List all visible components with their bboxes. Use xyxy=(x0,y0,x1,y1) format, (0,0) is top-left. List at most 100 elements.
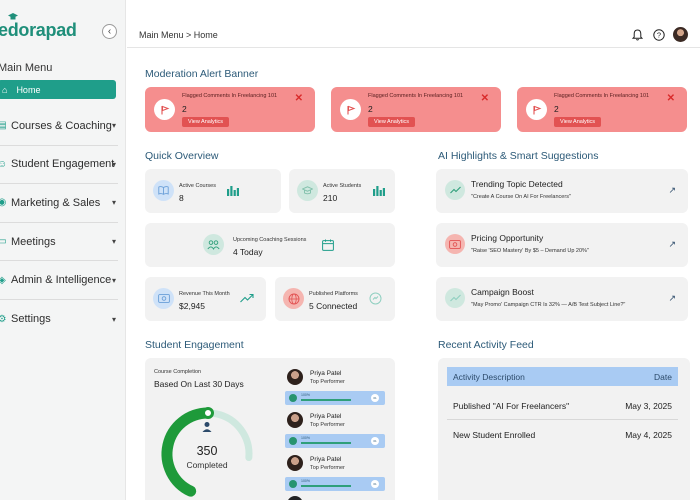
alert-count: 2 xyxy=(182,104,187,114)
alert-count: 2 xyxy=(554,104,559,114)
performer-progress: 100% 01 xyxy=(285,391,385,405)
video-icon: ▭ xyxy=(0,236,7,248)
card-value: 4 Today xyxy=(233,247,263,257)
arrow-up-right-icon[interactable]: ↗ xyxy=(668,293,676,304)
globe-icon xyxy=(283,288,304,309)
sidebar-item-marketing-sales[interactable]: ◉ Marketing & Sales ▾ xyxy=(0,184,118,223)
view-analytics-button[interactable]: View Analytics xyxy=(554,117,602,127)
card-value: $2,945 xyxy=(179,301,205,311)
card-label: Active Courses xyxy=(179,183,216,189)
table-row[interactable]: New Student Enrolled May 4, 2025 xyxy=(447,421,678,449)
money-icon xyxy=(445,234,465,254)
menu-title: Main Menu xyxy=(0,62,53,74)
trending-up-icon xyxy=(445,180,465,200)
arrow-up-right-icon[interactable]: ↗ xyxy=(668,239,676,250)
collapse-sidebar-button[interactable]: ‹ xyxy=(102,24,117,39)
performer-role: Top Performer xyxy=(310,465,345,471)
sidebar-item-home[interactable]: ⌂ Home xyxy=(0,80,116,99)
card-value: 5 Connected xyxy=(309,301,358,311)
home-icon: ⌂ xyxy=(2,84,8,95)
sidebar-item-label: Meetings xyxy=(11,235,56,248)
chevron-down-icon: ▾ xyxy=(111,237,116,247)
platforms-card[interactable]: Published Platforms 5 Connected xyxy=(275,277,395,321)
view-analytics-button[interactable]: View Analytics xyxy=(368,117,416,127)
sidebar-item-admin-intelligence[interactable]: ◈ Admin & Intelligence ▾ xyxy=(0,261,118,300)
column-header-description: Activity Description xyxy=(453,371,525,382)
group-icon xyxy=(203,234,224,255)
alert-card: Flagged Comments In Freelancing 101 2 Vi… xyxy=(331,87,501,132)
flag-icon xyxy=(154,99,175,120)
table-header: Activity Description Date xyxy=(447,367,678,386)
student-engagement-card: Course Completion Based On Last 30 Days … xyxy=(145,358,395,500)
close-icon[interactable]: ✕ xyxy=(295,93,303,104)
activity-date: May 4, 2025 xyxy=(625,430,672,440)
card-label: Upcoming Coaching Sessions xyxy=(233,237,307,243)
ai-suggestion-card[interactable]: Trending Topic Detected "Create A Course… xyxy=(436,169,688,213)
card-value: 8 xyxy=(179,193,184,203)
activity-date: May 3, 2025 xyxy=(625,400,672,411)
avatar xyxy=(287,369,303,385)
bar-chart-icon xyxy=(373,186,385,196)
coaching-sessions-card[interactable]: Upcoming Coaching Sessions 4 Today xyxy=(145,223,395,267)
ai-desc: "May Promo' Campaign CTR Is 32% — A/B Te… xyxy=(471,302,626,308)
table-row[interactable]: Published "AI For Freelancers" May 3, 20… xyxy=(447,392,678,420)
ai-suggestion-card[interactable]: Campaign Boost "May Promo' Campaign CTR … xyxy=(436,277,688,321)
money-icon xyxy=(153,288,174,309)
help-icon[interactable]: ? xyxy=(652,28,665,41)
book-icon xyxy=(153,180,174,201)
section-title-overview: Quick Overview xyxy=(145,150,219,162)
performer-progress: 100% 01 xyxy=(285,477,385,491)
sync-icon xyxy=(369,292,382,305)
sidebar-item-meetings[interactable]: ▭ Meetings ▾ xyxy=(0,223,118,262)
svg-text:?: ? xyxy=(656,30,660,39)
section-title-engagement: Student Engagement xyxy=(145,339,244,351)
trending-up-icon xyxy=(240,293,254,303)
alert-title: Flagged Comments In Freelancing 101 xyxy=(554,93,650,99)
top-bar: Main Menu > Home ? xyxy=(127,0,700,48)
sidebar-item-label: Home xyxy=(16,84,41,95)
column-header-date: Date xyxy=(654,371,672,382)
chevron-left-icon: ‹ xyxy=(107,25,112,37)
close-icon[interactable]: ✕ xyxy=(667,93,675,104)
trending-up-icon xyxy=(445,288,465,308)
user-icon: ☺ xyxy=(0,158,8,170)
active-courses-card[interactable]: Active Courses 8 xyxy=(145,169,281,213)
performer-name: Priya Patel xyxy=(310,370,342,377)
flag-icon xyxy=(340,99,361,120)
ai-suggestion-card[interactable]: Pricing Opportunity "Raise 'SEO Mastery'… xyxy=(436,223,688,267)
check-icon xyxy=(289,480,297,488)
sidebar-item-label: Settings xyxy=(11,313,51,326)
breadcrumb: Main Menu > Home xyxy=(139,30,218,40)
progress-percent: 100% xyxy=(301,436,310,440)
sidebar-item-settings[interactable]: ⚙ Settings ▾ xyxy=(0,300,118,339)
logo: edorapad xyxy=(0,13,77,41)
sidebar-item-courses-coaching[interactable]: ▤ Courses & Coaching ▾ xyxy=(0,107,118,146)
avatar[interactable] xyxy=(673,27,688,42)
globe-icon: ◉ xyxy=(0,197,7,209)
chevron-down-icon: ▾ xyxy=(111,198,116,208)
avatar xyxy=(287,496,303,500)
avatar xyxy=(287,412,303,428)
chevron-down-icon: ▾ xyxy=(111,275,116,285)
check-icon xyxy=(289,437,297,445)
alert-title: Flagged Comments In Freelancing 101 xyxy=(182,93,278,99)
flag-icon xyxy=(526,99,547,120)
revenue-card[interactable]: Revenue This Month $2,945 xyxy=(145,277,266,321)
completion-caption: Completed xyxy=(186,460,228,470)
section-title-alerts: Moderation Alert Banner xyxy=(145,68,259,80)
progress-percent: 100% xyxy=(301,479,310,483)
arrow-up-right-icon[interactable]: ↗ xyxy=(668,185,676,196)
sidebar-item-student-engagement[interactable]: ☺ Student Engagement ▾ xyxy=(0,146,118,185)
bell-icon[interactable] xyxy=(631,28,644,41)
bar-chart-icon xyxy=(227,186,239,196)
performer-name: Priya Patel xyxy=(310,456,342,463)
progress-percent: 100% xyxy=(301,393,310,397)
card-label: Revenue This Month xyxy=(179,291,230,297)
activity-feed-table: Activity Description Date Published "AI … xyxy=(438,358,690,500)
performer-progress: 100% 01 xyxy=(285,434,385,448)
performer-name: Priya Patel xyxy=(310,413,342,420)
close-icon[interactable]: ✕ xyxy=(481,93,489,104)
active-students-card[interactable]: Active Students 210 xyxy=(289,169,395,213)
view-analytics-button[interactable]: View Analytics xyxy=(182,117,230,127)
sidebar-item-label: Marketing & Sales xyxy=(11,196,101,209)
